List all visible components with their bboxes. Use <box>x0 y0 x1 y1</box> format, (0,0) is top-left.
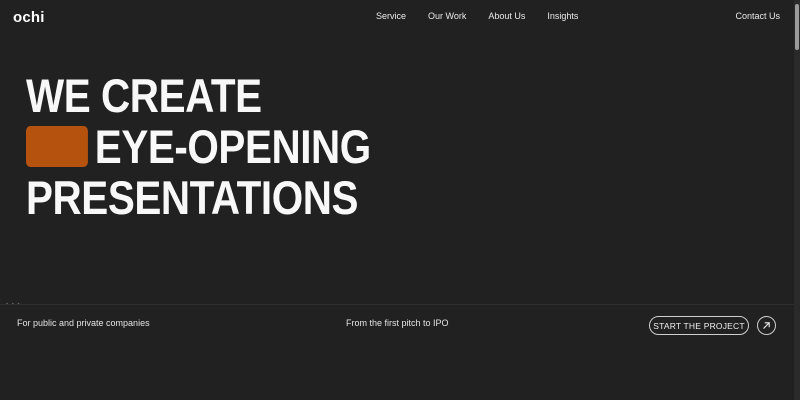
arrow-up-right-icon[interactable] <box>757 316 776 335</box>
nav-item-about-us[interactable]: About Us <box>488 11 525 21</box>
nav-item-contact-us[interactable]: Contact Us <box>735 11 780 21</box>
divider <box>0 304 794 305</box>
scrollbar[interactable] <box>794 0 800 400</box>
accent-image-block <box>26 126 88 167</box>
arrow-up-right-glyph <box>763 322 770 329</box>
scrollbar-thumb[interactable] <box>795 4 799 50</box>
start-project-button[interactable]: START THE PROJECT <box>649 316 749 335</box>
tagline-middle: From the first pitch to IPO <box>346 318 449 328</box>
dots-decoration: • • • <box>6 302 21 308</box>
nav-item-our-work[interactable]: Our Work <box>428 11 466 21</box>
logo[interactable]: ochi <box>13 9 45 26</box>
hero-line-3: PRESENTATIONS <box>26 171 359 224</box>
landing-page: ochi Service Our Work About Us Insights … <box>0 0 800 400</box>
nav-item-insights[interactable]: Insights <box>547 11 578 21</box>
hero-line-2: EYE-OPENING <box>94 120 371 173</box>
hero-heading: WE CREATE EYE-OPENING PRESENTATIONS <box>26 70 427 223</box>
tagline-left: For public and private companies <box>17 318 150 328</box>
hero-line-2-wrapper: EYE-OPENING <box>26 121 371 172</box>
nav-item-service[interactable]: Service <box>376 11 406 21</box>
hero-line-1: WE CREATE <box>26 69 262 122</box>
main-nav: Service Our Work About Us Insights <box>376 11 600 21</box>
